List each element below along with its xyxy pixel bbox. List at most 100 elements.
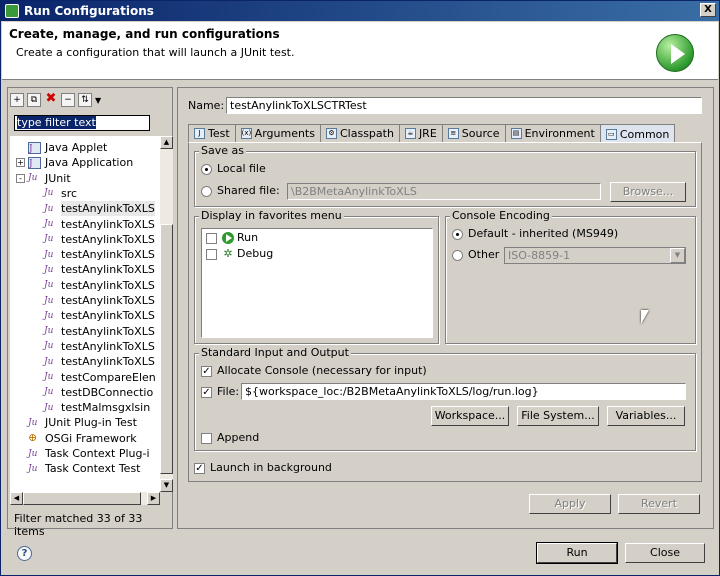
close-window-button[interactable]: X <box>700 3 716 17</box>
apply-button[interactable]: Apply <box>529 494 611 514</box>
tree-item[interactable]: Ju src <box>44 186 77 201</box>
tree-item[interactable]: Ju testAnylinkToXLS <box>44 262 155 277</box>
shared-file-input[interactable]: \B2BMetaAnylinkToXLS <box>287 183 601 200</box>
common-icon: ▭ <box>605 128 617 140</box>
delete-config-icon[interactable]: ✖ <box>44 92 58 107</box>
scroll-down-button[interactable]: ▼ <box>160 479 173 492</box>
arguments-icon: (x) <box>240 128 252 139</box>
file-output-checkbox[interactable]: ✓ File: <box>201 385 239 399</box>
tree-item[interactable]: Ju testAnylinkToXLS <box>44 217 155 232</box>
duplicate-config-icon[interactable]: ⧉ <box>27 93 41 107</box>
allocate-console-checkbox[interactable]: ✓ Allocate Console (necessary for input) <box>201 364 427 378</box>
revert-button[interactable]: Revert <box>618 494 700 514</box>
tree-item[interactable]: Ju testAnylinkToXLS <box>44 354 155 369</box>
run-button[interactable]: Run <box>536 542 618 564</box>
tree-item[interactable]: ⊕ OSGi Framework <box>28 431 137 446</box>
expand-icon[interactable]: + <box>16 158 25 168</box>
local-file-radio[interactable]: Local file <box>201 162 266 176</box>
close-button[interactable]: Close <box>625 543 705 563</box>
tab-test[interactable]: J Test <box>188 124 236 142</box>
favorite-run-item[interactable]: Run <box>206 231 258 245</box>
tree-item-label: JUnit <box>45 171 71 185</box>
scroll-right-button[interactable]: ▶ <box>147 492 160 505</box>
junit-icon: Ju <box>44 234 54 245</box>
scroll-thumb[interactable] <box>160 224 173 474</box>
banner-subtitle: Create a configuration that will launch … <box>16 46 295 59</box>
launch-background-checkbox[interactable]: ✓ Launch in background <box>194 461 332 475</box>
tree-item[interactable]: - Ju JUnit <box>16 171 71 186</box>
junit-icon: Ju <box>44 326 54 337</box>
tab-classpath[interactable]: ⚙ Classpath <box>319 124 400 142</box>
scroll-up-button[interactable]: ▲ <box>160 136 173 149</box>
tree-item[interactable]: Ju testAnylinkToXLS <box>44 339 155 354</box>
filter-menu-icon[interactable]: ⇅ <box>78 93 92 107</box>
favorite-run-checkbox[interactable] <box>206 232 217 244</box>
file-system-button[interactable]: File System... <box>517 406 599 426</box>
collapse-all-icon[interactable]: − <box>61 93 75 107</box>
tab-common[interactable]: ▭ Common <box>599 124 676 143</box>
tree-item[interactable]: Ju testMalmsgxlsin <box>44 400 150 415</box>
junit-icon: Ju <box>44 310 54 321</box>
tree-item[interactable]: Ju testAnylinkToXLS <box>44 278 155 293</box>
tab-source[interactable]: ≡ Source <box>441 124 506 142</box>
tree-item-label: Java Applet <box>45 141 108 154</box>
file-output-input[interactable]: ${workspace_loc:/B2BMetaAnylinkToXLS/log… <box>241 383 686 400</box>
tree-item-label: testAnylinkToXLS <box>61 232 155 246</box>
append-checkbox[interactable]: Append <box>201 431 259 445</box>
shared-file-radio[interactable]: Shared file: <box>201 184 280 198</box>
scroll-left-button[interactable]: ◀ <box>10 492 23 505</box>
filter-input[interactable]: type filter text <box>14 115 150 131</box>
h-scroll-thumb[interactable] <box>23 492 141 505</box>
tree-item[interactable]: Ju testAnylinkToXLS <box>44 201 155 217</box>
junit-icon: Ju <box>44 356 54 367</box>
tab-jre[interactable]: ☕ JRE <box>398 124 443 142</box>
tree-item[interactable]: Ju testAnylinkToXLS <box>44 247 155 262</box>
other-encoding-select[interactable]: ISO-8859-1 ▼ <box>504 247 686 264</box>
tree-item[interactable]: + J Java Application <box>16 155 133 170</box>
tab-label: Environment <box>524 127 595 140</box>
tab-arguments[interactable]: (x) Arguments <box>234 124 321 142</box>
tree-item[interactable]: Ju JUnit Plug-in Test <box>28 415 137 430</box>
mouse-cursor-icon <box>641 310 649 324</box>
other-encoding-radio[interactable]: Other <box>452 248 499 262</box>
chevron-down-icon[interactable]: ▼ <box>95 96 101 105</box>
new-config-icon[interactable]: + <box>10 93 24 107</box>
tab-environment[interactable]: ▤ Environment <box>504 124 601 142</box>
favorite-debug-checkbox[interactable] <box>206 248 217 260</box>
favorite-debug-item[interactable]: ✲ Debug <box>206 247 273 261</box>
tree-vertical-scrollbar[interactable]: ▲ ▼ <box>160 136 173 492</box>
radio-indicator <box>201 163 212 175</box>
jre-icon: ☕ <box>404 128 416 139</box>
tree-item-label: testAnylinkToXLS <box>61 355 155 369</box>
name-input[interactable]: testAnylinkToXLSCTRTest <box>226 97 702 114</box>
config-tabs: J Test (x) Arguments ⚙ Classpath ☕ JRE ≡ Source ▤ E… <box>188 124 676 143</box>
configuration-editor-pane: Name: testAnylinkToXLSCTRTest J Test (x) Ar… <box>177 87 714 529</box>
tree-item[interactable]: Ju testDBConnectio <box>44 385 153 400</box>
run-banner-icon <box>656 34 694 72</box>
junit-icon: Ju <box>44 188 54 199</box>
tree-item-label: testAnylinkToXLS <box>61 324 155 338</box>
browse-button[interactable]: Browse... <box>610 182 686 202</box>
favorites-title: Display in favorites menu <box>199 209 344 222</box>
default-encoding-label: Default - inherited (MS949) <box>468 227 619 240</box>
tree-item[interactable]: Ju testAnylinkToXLS <box>44 324 155 339</box>
tree-item[interactable]: Ju testCompareElen <box>44 370 156 385</box>
tree-item-label: testAnylinkToXLS <box>61 309 155 323</box>
tree-item[interactable]: J Java Applet <box>28 140 107 155</box>
tree-horizontal-scrollbar[interactable]: ◀ ▶ <box>10 492 160 505</box>
collapse-icon[interactable]: - <box>16 173 25 183</box>
favorites-group: Display in favorites menu Run ✲ Debug <box>194 210 439 344</box>
append-label: Append <box>217 431 260 444</box>
console-encoding-group: Console Encoding Default - inherited (MS… <box>445 210 696 344</box>
tree-item[interactable]: Ju Task Context Plug-i <box>28 446 150 461</box>
window-title: Run Configurations <box>24 4 154 18</box>
tree-item[interactable]: Ju testAnylinkToXLS <box>44 293 155 308</box>
default-encoding-radio[interactable]: Default - inherited (MS949) <box>452 227 618 241</box>
tree-item[interactable]: Ju testAnylinkToXLS <box>44 308 155 323</box>
workspace-button[interactable]: Workspace... <box>431 406 509 426</box>
variables-button[interactable]: Variables... <box>607 406 685 426</box>
tree-item[interactable]: Ju Task Context Test <box>28 461 141 476</box>
check-indicator: ✓ <box>194 462 205 474</box>
help-icon[interactable]: ? <box>17 546 32 561</box>
tree-item[interactable]: Ju testAnylinkToXLS <box>44 232 155 247</box>
